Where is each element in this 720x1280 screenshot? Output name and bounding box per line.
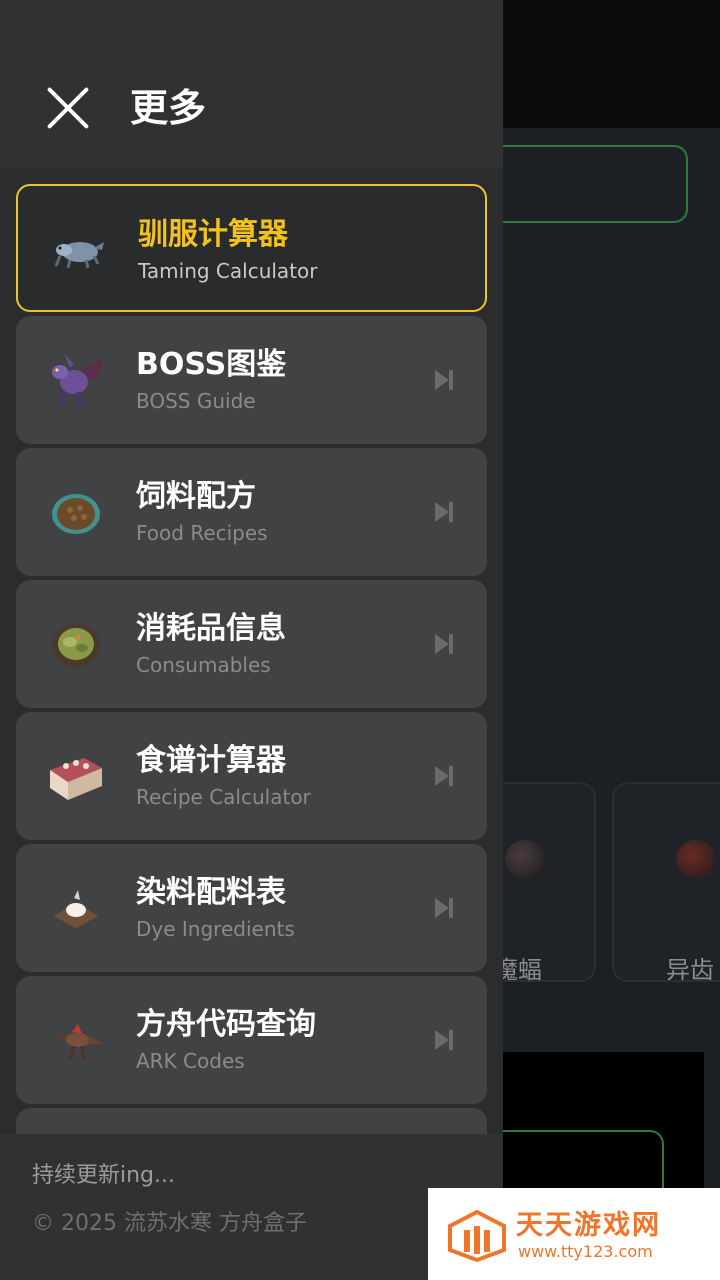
update-status-text: 持续更新ing...	[32, 1163, 176, 1188]
dimetrodon-creature-icon	[676, 840, 716, 878]
kibble-egg-icon	[52, 494, 100, 534]
watermark-logo-icon	[448, 1210, 506, 1262]
drawer-title: 更多	[130, 86, 207, 130]
menu-item-subtitle: Food Recipes	[136, 521, 268, 545]
drawer-header: 更多	[0, 0, 503, 168]
menu-item-food-recipes[interactable]: 饲料配方 Food Recipes	[16, 448, 487, 576]
menu-list: 驯服计算器 Taming Calculator BOSS图鉴 BOSS Guid…	[16, 184, 487, 1152]
skip-next-icon	[435, 634, 453, 654]
menu-item-title: 食谱计算器	[136, 743, 286, 778]
site-watermark: 天天游戏网 www.tty123.com	[428, 1188, 720, 1280]
soup-bowl-icon	[52, 624, 100, 668]
skip-next-icon	[435, 502, 453, 522]
dragon-boss-icon	[52, 354, 104, 407]
skip-next-icon	[435, 370, 453, 390]
taming-creature-icon	[54, 242, 104, 269]
bat-creature-icon	[505, 840, 545, 878]
menu-item-subtitle: ARK Codes	[136, 1049, 245, 1073]
menu-item-subtitle: Dye Ingredients	[136, 917, 295, 941]
skip-next-icon	[435, 898, 453, 918]
menu-item-ark-codes[interactable]: 方舟代码查询 ARK Codes	[16, 976, 487, 1104]
skip-next-icon	[435, 766, 453, 786]
menu-item-boss-guide[interactable]: BOSS图鉴 BOSS Guide	[16, 316, 487, 444]
watermark-url: www.tty123.com	[518, 1242, 653, 1261]
menu-item-title: 饲料配方	[136, 479, 256, 514]
navigation-drawer: 更多 驯服计算器 Taming Calculator BOSS图鉴 BOSS G…	[0, 0, 503, 1280]
dye-bowl-icon	[54, 890, 98, 928]
menu-item-subtitle: Consumables	[136, 653, 271, 677]
menu-item-subtitle: Recipe Calculator	[136, 785, 311, 809]
menu-item-title: 染料配料表	[136, 875, 286, 910]
watermark-brand: 天天游戏网	[516, 1210, 661, 1241]
raptor-icon	[50, 1024, 104, 1061]
meat-cake-icon	[50, 758, 102, 800]
menu-item-recipe-calculator[interactable]: 食谱计算器 Recipe Calculator	[16, 712, 487, 840]
menu-item-title: 方舟代码查询	[136, 1007, 316, 1042]
menu-item-taming-calculator[interactable]: 驯服计算器 Taming Calculator	[16, 184, 487, 312]
menu-item-title: 驯服计算器	[138, 217, 288, 252]
menu-item-subtitle: BOSS Guide	[136, 389, 256, 413]
menu-item-title: BOSS图鉴	[136, 347, 287, 382]
menu-item-consumables[interactable]: 消耗品信息 Consumables	[16, 580, 487, 708]
menu-item-dye-ingredients[interactable]: 染料配料表 Dye Ingredients	[16, 844, 487, 972]
menu-item-title: 消耗品信息	[136, 611, 286, 646]
menu-item-subtitle: Taming Calculator	[138, 259, 318, 283]
background-card-label: 异齿	[666, 956, 714, 984]
skip-next-icon	[435, 1030, 453, 1050]
copyright-text: © 2025 流苏水寒 方舟盒子	[32, 1211, 307, 1236]
close-icon[interactable]	[44, 84, 92, 132]
